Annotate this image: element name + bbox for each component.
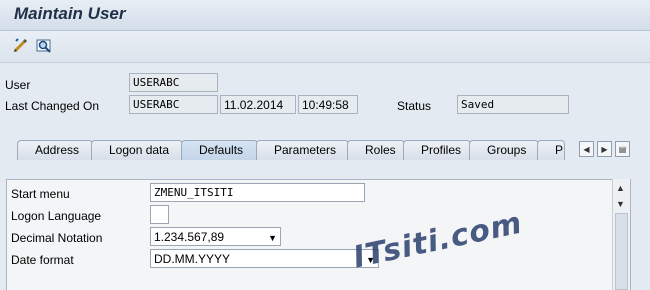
title-bar: Maintain User [0, 0, 650, 31]
decimal-notation-value: 1.234.567,89 [154, 230, 225, 244]
start-menu-input[interactable]: ZMENU_ITSITI [150, 183, 365, 202]
decimal-notation-label: Decimal Notation [11, 231, 103, 245]
last-changed-by-field: USERABC [129, 95, 218, 114]
tab-roles[interactable]: Roles [347, 140, 405, 160]
status-field: Saved [457, 95, 569, 114]
tab-groups[interactable]: Groups [469, 140, 539, 160]
decimal-notation-select[interactable]: 1.234.567,89 ▼ [150, 227, 281, 246]
last-changed-date-field: 11.02.2014 [220, 95, 296, 114]
logon-language-label: Logon Language [11, 209, 102, 223]
start-menu-label: Start menu [11, 187, 70, 201]
last-changed-time-field: 10:49:58 [298, 95, 358, 114]
vertical-scrollbar[interactable]: ▲ ▼ [612, 179, 630, 290]
tab-parameters[interactable]: Parameters [256, 140, 349, 160]
scroll-down-icon[interactable]: ▼ [616, 199, 625, 209]
tab-address[interactable]: Address [17, 140, 93, 160]
user-label: User [5, 78, 31, 92]
tab-profiles[interactable]: Profiles [403, 140, 471, 160]
tab-scroll-left-icon[interactable]: ◀ [579, 141, 594, 157]
page-title: Maintain User [14, 4, 126, 23]
status-label: Status [397, 99, 432, 113]
logon-language-input[interactable] [150, 205, 169, 224]
scroll-up-icon[interactable]: ▲ [616, 183, 625, 193]
tab-defaults[interactable]: Defaults [181, 140, 258, 160]
tab-personalization[interactable]: P [537, 140, 565, 160]
change-icon[interactable] [11, 37, 29, 55]
user-field: USERABC [129, 73, 218, 92]
chevron-down-icon[interactable]: ▼ [268, 231, 277, 245]
date-format-select[interactable]: DD.MM.YYYY ▼ [150, 249, 379, 268]
tab-scroll-right-icon[interactable]: ▶ [597, 141, 612, 157]
application-toolbar [0, 31, 650, 63]
tab-strip: Address Logon data Defaults Parameters R… [17, 140, 637, 160]
tab-logon-data[interactable]: Logon data [91, 140, 183, 160]
scroll-thumb[interactable] [615, 213, 628, 290]
last-changed-label: Last Changed On [5, 99, 100, 113]
display-icon[interactable] [35, 37, 53, 55]
date-format-value: DD.MM.YYYY [154, 252, 231, 266]
date-format-label: Date format [11, 253, 74, 267]
tab-list-icon[interactable]: ▤ [615, 141, 630, 157]
